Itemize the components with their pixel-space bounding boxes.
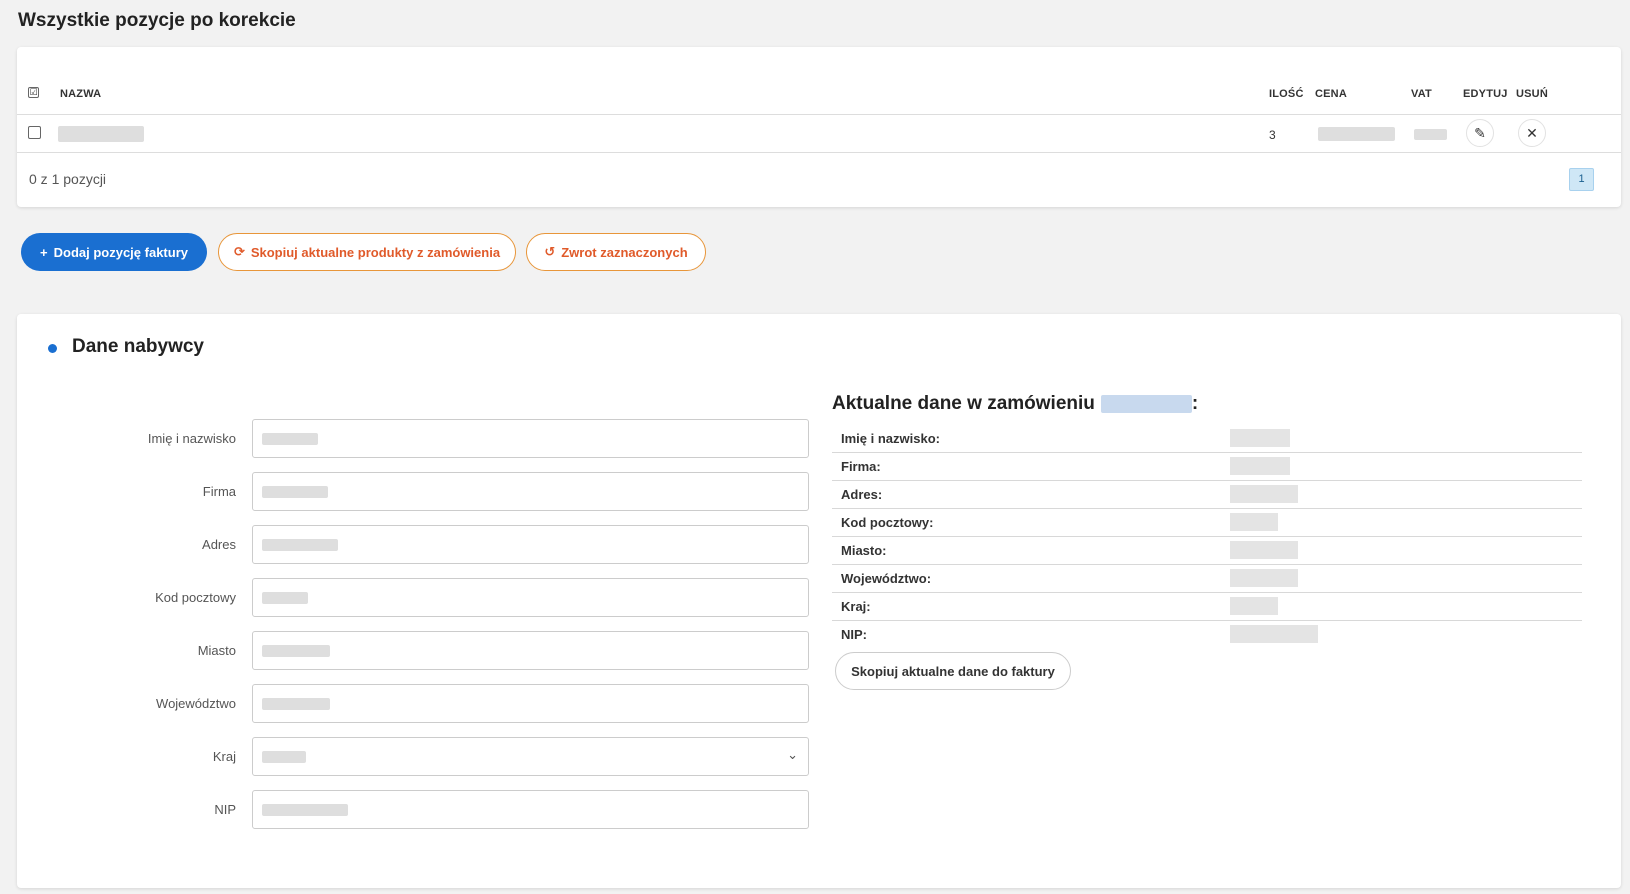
label-name: Imię i nazwisko <box>147 431 236 446</box>
positions-title: Wszystkie pozycje po korekcie <box>18 10 296 31</box>
positions-table: ☑ NAZWA ILOŚĆ CENA VAT EDYTUJ USUŃ 3 ✎ ✕… <box>17 47 1621 207</box>
info-row-name: Imię i nazwisko: <box>832 425 1582 453</box>
info-label-city: Miasto: <box>841 543 887 558</box>
table-header: ☑ NAZWA ILOŚĆ CENA VAT EDYTUJ USUŃ <box>17 47 1621 115</box>
item-qty: 3 <box>1269 128 1276 142</box>
info-value-redacted <box>1230 485 1298 503</box>
info-label-region: Województwo: <box>841 571 932 586</box>
form-row-country: Kraj ⌄ <box>17 737 827 776</box>
info-row-country: Kraj: <box>832 593 1582 621</box>
info-value-redacted <box>1230 513 1278 531</box>
close-icon[interactable]: ✕ <box>1518 119 1546 147</box>
label-postal: Kod pocztowy <box>155 590 236 605</box>
info-label-nip: NIP: <box>841 627 867 642</box>
pager-info: 0 z 1 pozycji <box>29 171 107 187</box>
bullet-icon <box>48 344 57 353</box>
info-row-postal: Kod pocztowy: <box>832 509 1582 537</box>
info-label-company: Firma: <box>841 459 881 474</box>
info-row-region: Województwo: <box>832 565 1582 593</box>
return-selected-button[interactable]: ↺ Zwrot zaznaczonych <box>526 233 706 271</box>
company-input[interactable] <box>252 472 809 511</box>
form-row-name: Imię i nazwisko <box>17 419 827 458</box>
buyer-title: Dane nabywcy <box>72 336 204 357</box>
return-selected-label: Zwrot zaznaczonych <box>561 244 688 260</box>
copy-products-label: Skopiuj aktualne produkty z zamówienia <box>250 244 501 260</box>
info-label-country: Kraj: <box>841 599 871 614</box>
form-row-nip: NIP <box>17 790 827 829</box>
info-row-company: Firma: <box>832 453 1582 481</box>
redacted-value <box>262 486 328 498</box>
info-label-postal: Kod pocztowy: <box>841 515 934 530</box>
invoice-correction-page: Wszystkie pozycje po korekcie ☑ NAZWA IL… <box>0 0 1630 894</box>
order-number-redacted <box>1100 395 1192 413</box>
city-input[interactable] <box>252 631 809 670</box>
info-value-redacted <box>1230 457 1290 475</box>
info-label-address: Adres: <box>841 487 883 502</box>
form-row-company: Firma <box>17 472 827 511</box>
info-value-redacted <box>1230 569 1298 587</box>
column-edit: EDYTUJ <box>1463 88 1508 100</box>
row-checkbox[interactable] <box>28 126 41 139</box>
info-row-address: Adres: <box>832 481 1582 509</box>
country-select[interactable]: ⌄ <box>252 737 809 776</box>
info-value-redacted <box>1230 429 1290 447</box>
undo-icon: ↺ <box>544 244 556 259</box>
name-input[interactable] <box>252 419 809 458</box>
info-value-redacted <box>1230 625 1318 643</box>
info-row-nip: NIP: <box>832 621 1582 649</box>
item-name-redacted <box>58 126 144 142</box>
copy-products-button[interactable]: ⟳ Skopiuj aktualne produkty z zamówienia <box>218 233 516 271</box>
label-region: Województwo <box>156 696 236 711</box>
postal-input[interactable] <box>252 578 809 617</box>
column-vat[interactable]: VAT <box>1411 88 1432 100</box>
column-delete: USUŃ <box>1516 88 1548 100</box>
form-row-city: Miasto <box>17 631 827 670</box>
info-label-name: Imię i nazwisko: <box>841 431 940 446</box>
redacted-value <box>262 592 308 604</box>
current-data-title-suffix: : <box>1191 393 1199 414</box>
current-data-title-text: Aktualne dane w zamówieniu <box>832 393 1095 414</box>
info-row-city: Miasto: <box>832 537 1582 565</box>
copy-current-data-button[interactable]: Skopiuj aktualne dane do faktury <box>835 652 1071 690</box>
redacted-value <box>262 804 348 816</box>
chevron-down-icon: ⌄ <box>787 747 798 762</box>
redacted-value <box>262 539 338 551</box>
form-row-postal: Kod pocztowy <box>17 578 827 617</box>
current-data-title: Aktualne dane w zamówieniu : <box>832 393 1198 415</box>
page-button-1[interactable]: 1 <box>1569 168 1594 191</box>
nip-input[interactable] <box>252 790 809 829</box>
info-value-redacted <box>1230 541 1298 559</box>
table-row: 3 ✎ ✕ <box>17 115 1621 153</box>
label-city: Miasto <box>197 643 236 658</box>
label-country: Kraj <box>212 749 236 764</box>
add-position-label: Dodaj pozycję faktury <box>53 244 188 260</box>
add-position-button[interactable]: + Dodaj pozycję faktury <box>21 233 207 271</box>
column-name[interactable]: NAZWA <box>60 88 101 100</box>
pencil-icon[interactable]: ✎ <box>1466 119 1494 147</box>
redacted-value <box>262 645 330 657</box>
region-input[interactable] <box>252 684 809 723</box>
redacted-value <box>262 433 318 445</box>
plus-icon: + <box>40 244 48 260</box>
item-price-redacted <box>1318 127 1395 141</box>
form-row-address: Adres <box>17 525 827 564</box>
form-row-region: Województwo <box>17 684 827 723</box>
redacted-value <box>262 751 306 763</box>
column-price[interactable]: CENA <box>1315 88 1347 100</box>
label-address: Adres <box>202 537 236 552</box>
label-nip: NIP <box>214 802 236 817</box>
address-input[interactable] <box>252 525 809 564</box>
select-all-checkbox[interactable]: ☑ <box>28 87 39 98</box>
label-company: Firma <box>202 484 236 499</box>
refresh-icon: ⟳ <box>233 244 245 259</box>
item-vat-redacted <box>1414 129 1447 140</box>
redacted-value <box>262 698 330 710</box>
buyer-card: Dane nabywcy Imię i nazwisko Firma Adres… <box>17 314 1621 888</box>
info-value-redacted <box>1230 597 1278 615</box>
column-qty[interactable]: ILOŚĆ <box>1269 88 1304 100</box>
